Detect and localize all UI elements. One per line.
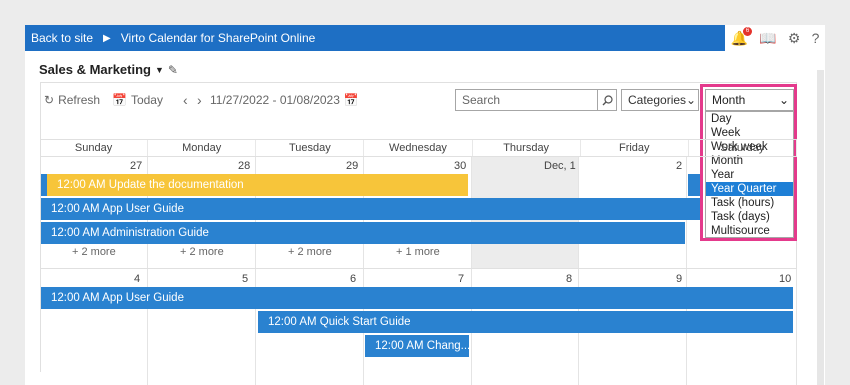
book-icon[interactable]: 📖 <box>759 30 776 47</box>
chevron-down-icon: ⌄ <box>686 93 697 107</box>
date-number: 10 <box>779 273 792 285</box>
chevron-right-icon: › <box>197 92 202 108</box>
highlight-box <box>700 84 797 241</box>
bell-icon[interactable]: 🔔 6 <box>731 26 753 47</box>
calendar-grid: Sunday Monday Tuesday Wednesday Thursday… <box>40 139 797 157</box>
date-number: 28 <box>238 160 251 172</box>
date-number: 30 <box>454 160 467 172</box>
search-input[interactable]: Search <box>456 90 597 110</box>
event-change[interactable]: 12:00 AM Chang... <box>365 335 469 357</box>
date-number: 27 <box>130 160 143 172</box>
chevron-left-icon: ‹ <box>183 92 188 108</box>
gear-icon[interactable]: ⚙ <box>788 30 801 47</box>
edit-icon[interactable]: ✎ <box>168 63 178 77</box>
more-link[interactable]: + 2 more <box>180 246 224 258</box>
event-administration-guide[interactable]: 12:00 AM Administration Guide <box>41 222 685 244</box>
date-number: 6 <box>350 273 357 285</box>
date-number: 9 <box>676 273 683 285</box>
day-header-wednesday: Wednesday <box>364 140 473 156</box>
top-icons: 🔔 6 📖 ⚙ ? <box>725 25 825 51</box>
day-header-sunday: Sunday <box>40 140 149 156</box>
event-continuation[interactable] <box>688 174 700 196</box>
day-header-friday: Friday <box>581 140 689 156</box>
event-stripe[interactable] <box>41 174 47 196</box>
categories-label: Categories <box>628 93 687 107</box>
event-quick-start-guide[interactable]: 12:00 AM Quick Start Guide <box>258 311 793 333</box>
top-bar: Back to site ▶ Virto Calendar for ShareP… <box>25 25 725 51</box>
date-number: 5 <box>242 273 249 285</box>
date-number: 4 <box>134 273 141 285</box>
date-range-label: 11/27/2022 - 01/08/2023 <box>210 93 340 107</box>
back-to-site-link[interactable]: Back to site <box>31 31 93 45</box>
date-number: 29 <box>346 160 359 172</box>
event-app-user-guide[interactable]: 12:00 AM App User Guide <box>41 198 700 220</box>
day-header-monday: Monday <box>148 140 257 156</box>
caret-down-icon[interactable]: ▼ <box>155 65 164 75</box>
next-button[interactable]: › <box>197 92 202 108</box>
help-icon[interactable]: ? <box>812 30 820 46</box>
refresh-icon: ↻ <box>44 93 55 107</box>
more-link[interactable]: + 2 more <box>288 246 332 258</box>
categories-dropdown[interactable]: Categories ⌄ <box>621 89 699 111</box>
today-button[interactable]: 📅 Today <box>112 93 163 107</box>
day-header-tuesday: Tuesday <box>256 140 365 156</box>
event-app-user-guide-week2[interactable]: 12:00 AM App User Guide <box>41 287 793 309</box>
date-number: 2 <box>676 160 683 172</box>
date-range[interactable]: 11/27/2022 - 01/08/2023 📅 <box>210 93 359 107</box>
prev-button[interactable]: ‹ <box>183 92 188 108</box>
day-header-thursday: Thursday <box>473 140 581 156</box>
refresh-label: Refresh <box>58 93 101 107</box>
date-number: 7 <box>458 273 465 285</box>
calendar-title-label: Sales & Marketing <box>39 62 151 77</box>
more-link[interactable]: + 1 more <box>396 246 440 258</box>
calendar-title[interactable]: Sales & Marketing ▼ ✎ <box>39 62 178 77</box>
calendar-today-icon: 📅 <box>112 93 127 107</box>
day-header-row: Sunday Monday Tuesday Wednesday Thursday… <box>40 139 797 157</box>
chevron-right-icon: ▶ <box>103 32 111 44</box>
more-link[interactable]: + 2 more <box>72 246 116 258</box>
app-title: Virto Calendar for SharePoint Online <box>120 31 316 45</box>
search-box[interactable]: Search <box>455 89 617 111</box>
refresh-button[interactable]: ↻ Refresh <box>44 93 100 107</box>
date-number: 8 <box>566 273 573 285</box>
scrollbar[interactable] <box>817 70 824 385</box>
calendar-picker-icon[interactable]: 📅 <box>344 93 359 107</box>
date-number: Dec, 1 <box>544 160 576 172</box>
search-icon[interactable] <box>597 90 616 110</box>
notification-badge: 6 <box>743 26 753 36</box>
today-label: Today <box>130 93 163 107</box>
event-update-documentation[interactable]: 12:00 AM Update the documentation <box>47 174 468 196</box>
day-header-saturday: Saturday <box>689 140 797 156</box>
